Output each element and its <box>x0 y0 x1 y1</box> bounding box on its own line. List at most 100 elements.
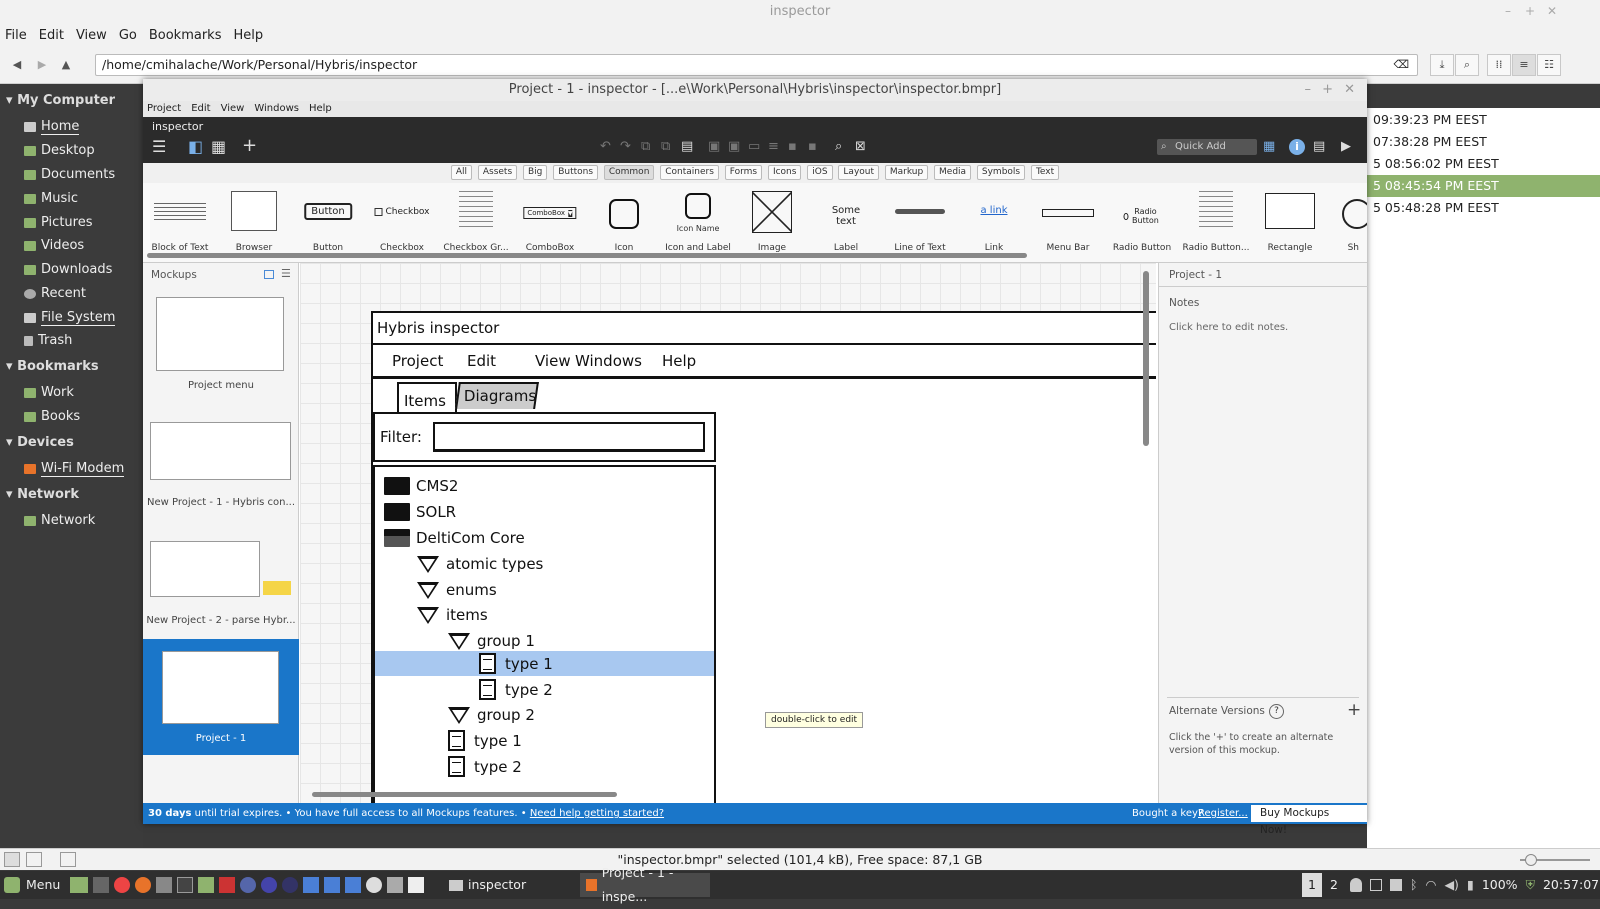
single-view-icon[interactable]: ◧ <box>188 137 203 156</box>
sidebar-section-devices[interactable]: ▾ Devices <box>6 435 74 450</box>
mockup-thumb-project-1[interactable] <box>162 651 279 724</box>
library-item-menu-bar[interactable]: Menu Bar <box>1031 187 1105 257</box>
filter-assets[interactable]: Assets <box>477 165 518 180</box>
sidebar-item-videos[interactable]: Videos <box>24 238 84 253</box>
show-desktop-icon[interactable] <box>70 877 88 893</box>
sidebar-item-home[interactable]: Home <box>24 119 80 135</box>
undo-icon[interactable]: ↶ <box>600 139 611 154</box>
sidebar-section-network[interactable]: ▾ Network <box>6 487 79 502</box>
tree-item-type-1[interactable]: type 1 <box>448 730 522 751</box>
mockup-canvas[interactable]: Hybris inspector Project Edit View Windo… <box>300 263 1156 803</box>
library-item-shape[interactable]: Sh <box>1327 187 1367 257</box>
sidebar-item-documents[interactable]: Documents <box>24 167 115 182</box>
hamburger-menu-icon[interactable]: ☰ <box>152 137 166 156</box>
tree-item-type-2[interactable]: type 2 <box>479 679 553 700</box>
sidebar-item-desktop[interactable]: Desktop <box>24 143 95 158</box>
clock[interactable]: 20:57:07 <box>1543 873 1599 897</box>
forward-icon[interactable]: ▶ <box>31 54 53 76</box>
library-item-radio-button[interactable]: Radio Button Radio Button <box>1105 187 1179 257</box>
skype-icon[interactable] <box>366 877 382 893</box>
present-icon[interactable]: ▶ <box>1341 139 1351 154</box>
library-item-link[interactable]: a link Link <box>957 187 1031 257</box>
sketch-menubar[interactable]: Project Edit View Windows Help <box>373 343 1156 379</box>
search-icon[interactable]: ⌕ <box>1455 54 1479 76</box>
file-row-time[interactable]: 5 05:48:28 PM EEST <box>1367 197 1600 219</box>
library-item-rectangle[interactable]: Rectangle <box>1253 187 1327 257</box>
front-icon[interactable]: ▭ <box>748 139 760 154</box>
sidebar-item-music[interactable]: Music <box>24 191 78 206</box>
library-item-combobox[interactable]: ComboBox ▼ ComboBox <box>513 187 587 257</box>
library-scrollbar[interactable] <box>147 253 1027 258</box>
workspace-1[interactable]: 1 <box>1302 873 1322 897</box>
library-item-checkbox-group[interactable]: Checkbox Gr... <box>439 187 513 257</box>
quick-add-input[interactable]: ⌕ Quick Add <box>1157 139 1257 155</box>
close-icon[interactable]: ✕ <box>1547 4 1557 18</box>
shield-icon[interactable]: ⛨ <box>1526 873 1535 897</box>
update-icon[interactable] <box>1390 879 1402 891</box>
filter-common[interactable]: Common <box>603 165 655 180</box>
compact-view-icon[interactable]: ☷ <box>1537 54 1561 76</box>
workspace-2[interactable]: 2 <box>1324 873 1344 897</box>
library-item-radio-button-group[interactable]: Radio Button... <box>1179 187 1253 257</box>
filter-buttons[interactable]: Buttons <box>553 165 599 180</box>
library-item-icon[interactable]: Icon <box>587 187 661 257</box>
menu-help[interactable]: Help <box>233 26 263 48</box>
ide-icon[interactable] <box>345 877 361 893</box>
firefox-icon[interactable] <box>135 877 151 893</box>
ide-icon[interactable] <box>324 877 340 893</box>
app-icon[interactable] <box>156 877 172 893</box>
filter-all[interactable]: All <box>450 165 473 180</box>
maximize-icon[interactable]: + <box>1525 4 1535 18</box>
sidebar-section-bookmarks[interactable]: ▾ Bookmarks <box>6 359 99 374</box>
files-icon[interactable] <box>198 877 214 893</box>
sidebar-item-wifi-modem[interactable]: Wi-Fi Modem <box>24 461 125 477</box>
menu-go[interactable]: Go <box>119 26 137 48</box>
tree-item-enums[interactable]: enums <box>417 581 497 599</box>
sketch-tab-diagrams[interactable]: Diagrams <box>455 382 539 409</box>
filter-media[interactable]: Media <box>934 165 972 180</box>
add-mockup-icon[interactable]: + <box>242 135 257 156</box>
start-menu-button[interactable]: Menu <box>4 873 60 897</box>
pdf-icon[interactable] <box>219 877 235 893</box>
bluetooth-icon[interactable]: ᛒ <box>1410 873 1418 897</box>
location-bar[interactable]: /home/cmihalache/Work/Personal/Hybris/in… <box>95 54 1418 76</box>
sidebar-item-work[interactable]: Work <box>24 385 74 400</box>
app-menu-view[interactable]: View <box>221 101 245 117</box>
copy-icon[interactable]: ⧉ <box>641 139 650 154</box>
app-icon[interactable] <box>240 877 256 893</box>
volume-icon[interactable]: ◀) <box>1444 873 1459 897</box>
file-row-time[interactable]: 5 08:56:02 PM EEST <box>1367 153 1600 175</box>
sketch-window[interactable]: Hybris inspector Project Edit View Windo… <box>371 311 1156 803</box>
taskbar-window-inspector[interactable]: inspector <box>449 873 579 897</box>
up-icon[interactable]: ▲ <box>55 54 77 76</box>
canvas-vertical-scrollbar[interactable] <box>1143 271 1149 446</box>
mockup-thumb-new-project-2[interactable] <box>150 541 260 597</box>
library-item-image[interactable]: Image <box>735 187 809 257</box>
list-view-icon[interactable]: ≡ <box>1512 54 1536 76</box>
mockup-thumb-project-menu[interactable] <box>156 297 284 371</box>
ide-icon[interactable] <box>303 877 319 893</box>
tree-item-cms2[interactable]: CMS2 <box>384 477 458 495</box>
tree-item-items[interactable]: items <box>417 606 488 624</box>
list-view-icon[interactable]: ☰ <box>281 267 291 280</box>
code-icon[interactable] <box>408 877 424 893</box>
sketch-filter-input[interactable] <box>433 422 705 452</box>
sidebar-item-recent[interactable]: Recent <box>24 286 86 301</box>
fit-icon[interactable]: ⊠ <box>855 139 866 154</box>
ungroup-icon[interactable]: ▣ <box>728 139 740 154</box>
buy-button[interactable]: Buy Mockups Now! <box>1251 805 1367 836</box>
cut-icon[interactable]: ⧉ <box>661 139 670 154</box>
paste-icon[interactable]: ▤ <box>681 139 693 154</box>
camera-icon[interactable] <box>387 877 403 893</box>
filter-icons[interactable]: Icons <box>767 165 802 180</box>
group-icon[interactable]: ▣ <box>708 139 720 154</box>
tree-item-group-1[interactable]: group 1 <box>448 632 535 650</box>
library-item-line-of-text[interactable]: Line of Text <box>883 187 957 257</box>
help-link[interactable]: Need help getting started? <box>530 808 664 819</box>
grid-view-icon[interactable]: ▦ <box>211 137 226 156</box>
sidebar-item-downloads[interactable]: Downloads <box>24 262 112 277</box>
taskbar-window-project[interactable]: Project - 1 - inspe... <box>580 865 710 904</box>
tree-item-type-2b[interactable]: type 2 <box>448 756 522 777</box>
add-alternate-icon[interactable]: + <box>1347 700 1361 720</box>
expand-triangle-icon[interactable] <box>417 581 439 599</box>
